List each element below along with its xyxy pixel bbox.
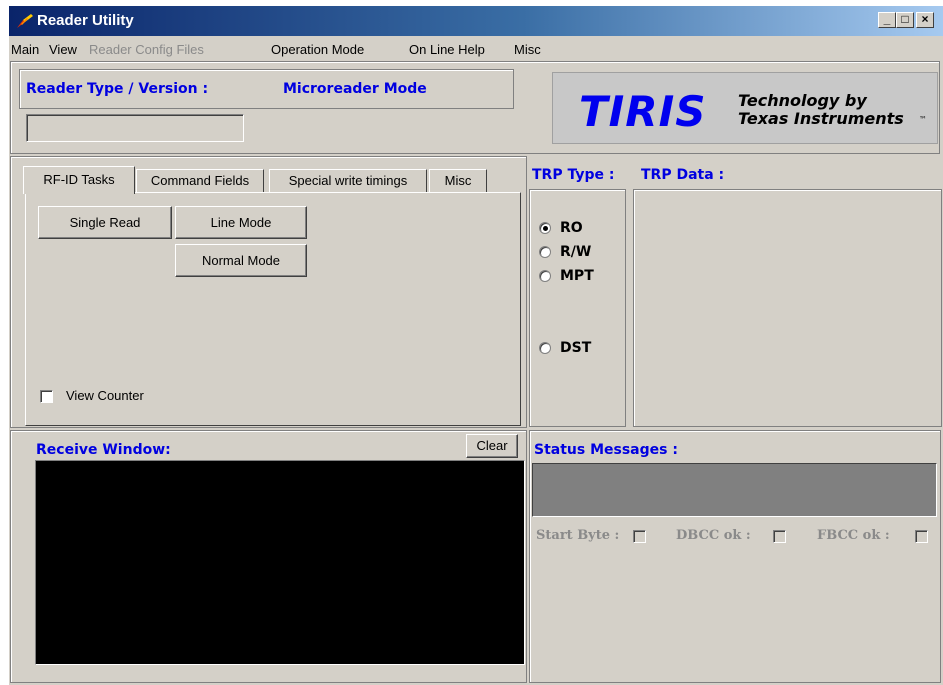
microreader-mode-label: Microreader Mode bbox=[283, 81, 427, 97]
normal-mode-button[interactable]: Normal Mode bbox=[175, 244, 307, 277]
app-window: Reader Utility _ □ × Main View Reader Co… bbox=[8, 6, 943, 685]
receive-window-label: Receive Window: bbox=[36, 442, 171, 458]
fbcc-ok-checkbox bbox=[915, 530, 928, 543]
logo-brand: TIRIS bbox=[579, 87, 707, 136]
tab-special-write-timings[interactable]: Special write timings bbox=[269, 169, 427, 192]
logo-line2: Texas Instruments bbox=[738, 109, 904, 128]
start-byte-label: Start Byte : bbox=[536, 528, 620, 543]
receive-terminal[interactable] bbox=[35, 460, 525, 665]
dbcc-ok-label: DBCC ok : bbox=[676, 528, 751, 543]
radio-ro[interactable] bbox=[539, 222, 551, 234]
menu-view[interactable]: View bbox=[49, 42, 77, 57]
minimize-button[interactable]: _ bbox=[878, 12, 896, 28]
menu-main[interactable]: Main bbox=[11, 42, 39, 57]
radio-selected-dot bbox=[543, 226, 548, 231]
reader-version-field bbox=[26, 114, 244, 142]
radio-dst[interactable] bbox=[539, 342, 551, 354]
logo-trademark: ™ bbox=[919, 115, 927, 124]
start-byte-checkbox bbox=[633, 530, 646, 543]
line-mode-button[interactable]: Line Mode bbox=[175, 206, 307, 239]
logo-line1: Technology by bbox=[738, 91, 867, 110]
single-read-button[interactable]: Single Read bbox=[38, 206, 172, 239]
view-counter-label: View Counter bbox=[66, 388, 144, 403]
app-icon bbox=[17, 14, 33, 28]
tab-misc[interactable]: Misc bbox=[429, 169, 487, 192]
view-counter-checkbox[interactable] bbox=[40, 390, 53, 403]
radio-ro-label: RO bbox=[560, 220, 583, 236]
close-button[interactable]: × bbox=[916, 12, 934, 28]
radio-dst-label: DST bbox=[560, 340, 592, 356]
dbcc-ok-checkbox bbox=[773, 530, 786, 543]
reader-type-label: Reader Type / Version : bbox=[26, 81, 209, 97]
trp-type-label: TRP Type : bbox=[532, 167, 615, 183]
window-title: Reader Utility bbox=[37, 12, 134, 29]
status-messages-label: Status Messages : bbox=[534, 442, 678, 458]
radio-rw[interactable] bbox=[539, 246, 551, 258]
trp-data-label: TRP Data : bbox=[641, 167, 725, 183]
tab-rfid-tasks[interactable]: RF-ID Tasks bbox=[23, 166, 135, 194]
fbcc-ok-label: FBCC ok : bbox=[817, 528, 890, 543]
menu-bar: Main View Reader Config Files Operation … bbox=[9, 38, 943, 60]
menu-misc[interactable]: Misc bbox=[514, 42, 541, 57]
radio-mpt[interactable] bbox=[539, 270, 551, 282]
title-bar[interactable]: Reader Utility _ □ × bbox=[9, 6, 943, 36]
trp-data-panel bbox=[633, 189, 942, 427]
tab-command-fields[interactable]: Command Fields bbox=[136, 169, 264, 192]
menu-operation-mode[interactable]: Operation Mode bbox=[271, 42, 364, 57]
status-message-box bbox=[532, 463, 937, 517]
tiris-logo: TIRIS Technology by Texas Instruments ™ bbox=[552, 72, 938, 144]
menu-reader-config-files[interactable]: Reader Config Files bbox=[89, 42, 204, 57]
radio-rw-label: R/W bbox=[560, 244, 592, 260]
radio-mpt-label: MPT bbox=[560, 268, 594, 284]
maximize-button[interactable]: □ bbox=[896, 12, 914, 28]
menu-on-line-help[interactable]: On Line Help bbox=[409, 42, 485, 57]
clear-button[interactable]: Clear bbox=[466, 434, 518, 458]
